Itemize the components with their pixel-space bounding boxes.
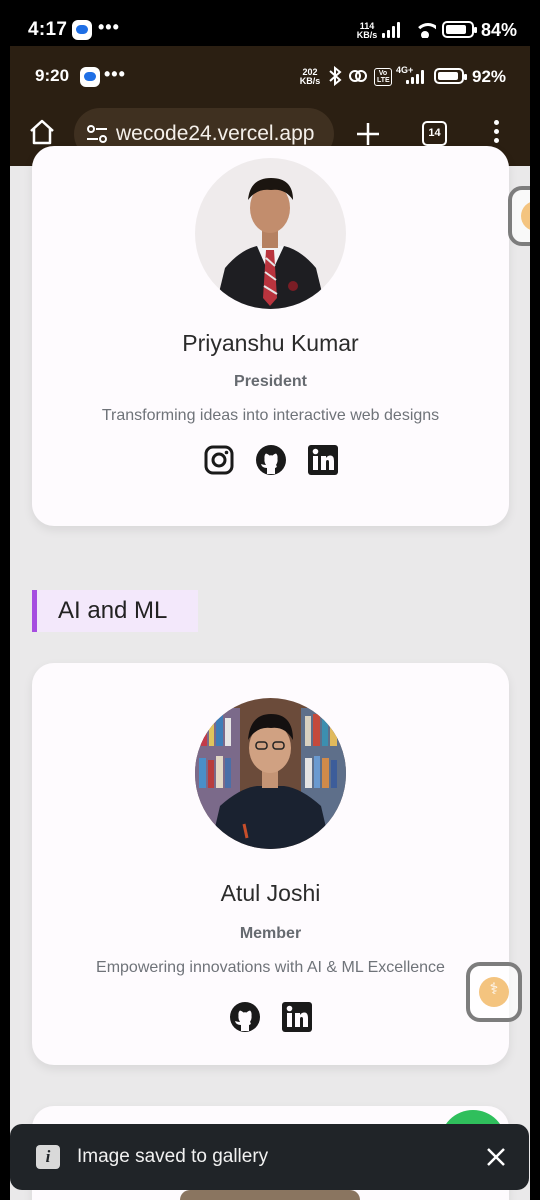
section-title: AI and ML	[58, 597, 168, 624]
inner-net-speed: 202 KB/s	[299, 67, 321, 86]
more-menu-icon[interactable]	[491, 120, 501, 148]
outer-status-bar: 4:17 ••• 114 KB/s 84%	[0, 0, 540, 46]
linkedin-icon[interactable]	[307, 444, 339, 476]
close-icon[interactable]	[484, 1145, 508, 1169]
bluetooth-icon	[329, 66, 342, 86]
hotspot-link-icon	[349, 70, 367, 82]
member-name: Atul Joshi	[220, 880, 321, 906]
member-card: Atul Joshi Member Empowering innovations…	[32, 663, 509, 1065]
section-heading-ai-ml: AI and ML	[32, 590, 198, 632]
messenger-icon	[72, 20, 92, 40]
member-description: Transforming ideas into interactive web …	[101, 407, 440, 424]
accessibility-icon	[521, 201, 530, 231]
linkedin-icon[interactable]	[281, 1001, 313, 1033]
more-notifications-icon: •••	[104, 64, 126, 84]
wifi-icon	[414, 22, 436, 38]
page-content: Priyanshu Kumar President Transforming i…	[10, 146, 530, 1200]
more-notifications-icon: •••	[98, 17, 120, 37]
github-icon[interactable]	[255, 444, 287, 476]
instagram-icon[interactable]	[203, 444, 235, 476]
social-links	[32, 1001, 509, 1033]
next-avatar-peek	[180, 1190, 360, 1200]
home-icon[interactable]	[28, 118, 56, 146]
battery-fill	[438, 72, 459, 80]
member-description: Empowering innovations with AI & ML Exce…	[96, 959, 445, 976]
cellular-signal-icon	[382, 22, 400, 38]
outer-net-speed: 114 KB/s	[356, 21, 378, 40]
toast-notification: i Image saved to gallery	[10, 1124, 529, 1190]
accessibility-icon	[479, 977, 509, 1007]
accessibility-widget-button[interactable]	[466, 962, 522, 1022]
accessibility-widget-button[interactable]	[508, 186, 530, 246]
info-icon: i	[36, 1145, 60, 1169]
url-text[interactable]: wecode24.vercel.app	[116, 122, 314, 146]
battery-icon	[434, 68, 467, 84]
social-links	[32, 444, 509, 476]
github-icon[interactable]	[229, 1001, 261, 1033]
tabs-icon[interactable]: 14	[422, 121, 447, 146]
outer-battery-percent: 84%	[481, 20, 518, 40]
member-card: Priyanshu Kumar President Transforming i…	[32, 146, 509, 526]
site-settings-icon[interactable]	[86, 124, 108, 144]
screenshot-frame: 9:20 ••• 202 KB/s Vo LTE 4G+ 92% wecode2…	[10, 46, 530, 1200]
inner-battery-percent: 92%	[472, 67, 507, 86]
inner-clock: 9:20	[35, 66, 70, 85]
outer-clock: 4:17	[28, 19, 68, 40]
cellular-signal-icon	[406, 70, 424, 84]
new-tab-icon[interactable]	[356, 122, 380, 146]
avatar-photo	[195, 698, 346, 849]
member-role: President	[234, 373, 307, 390]
volte-icon: Vo LTE	[374, 68, 392, 86]
messenger-icon	[80, 67, 100, 87]
avatar	[195, 698, 346, 849]
member-name: Priyanshu Kumar	[182, 330, 359, 356]
battery-icon	[442, 21, 477, 38]
avatar	[195, 158, 346, 309]
avatar-photo	[195, 158, 346, 309]
toast-message: Image saved to gallery	[77, 1146, 269, 1167]
inner-status-bar: 9:20 ••• 202 KB/s Vo LTE 4G+ 92%	[10, 46, 530, 102]
battery-fill	[446, 25, 467, 34]
member-role: Member	[239, 925, 302, 942]
